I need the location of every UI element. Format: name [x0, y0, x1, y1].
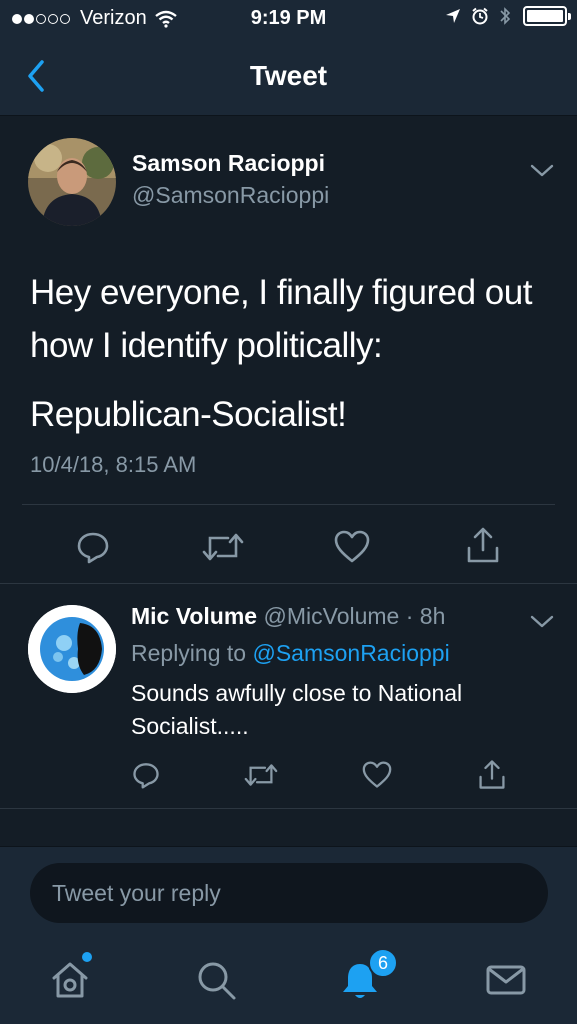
reply-age: 8h	[419, 603, 446, 629]
author-handle[interactable]: @SamsonRacioppi	[132, 182, 329, 209]
main-tweet: Samson Racioppi @SamsonRacioppi Hey ever…	[0, 116, 577, 584]
status-bar: Verizon 9:19 PM	[0, 0, 577, 38]
alarm-clock-icon	[472, 7, 488, 25]
search-icon	[198, 962, 236, 1000]
messages-icon	[486, 965, 526, 995]
tweet-actions	[0, 524, 577, 564]
reply-button[interactable]	[132, 761, 160, 794]
compose-area	[0, 846, 577, 942]
bluetooth-icon	[500, 7, 511, 25]
reply-actions	[0, 759, 577, 793]
tweet-text-line: Republican-Socialist!	[30, 395, 347, 434]
divider	[22, 504, 555, 505]
share-button[interactable]	[466, 526, 500, 569]
tweet-timestamp: 10/4/18, 8:15 AM	[30, 452, 197, 477]
location-arrow-icon	[446, 9, 460, 23]
reply-menu-button[interactable]	[528, 611, 556, 631]
battery-icon	[523, 6, 571, 26]
share-icon	[467, 527, 499, 563]
reply-icon	[133, 763, 159, 789]
replying-mention-link[interactable]: @SamsonRacioppi	[252, 640, 449, 666]
reply-tweet[interactable]: Mic Volume @MicVolume · 8h Replying to @…	[0, 585, 577, 809]
page-title: Tweet	[249, 60, 328, 91]
notifications-badge: 6	[368, 948, 398, 978]
retweet-button[interactable]	[244, 763, 278, 792]
reply-avatar[interactable]	[28, 605, 116, 693]
tweet-text-line: Hey everyone, I finally figured out how …	[30, 273, 532, 365]
home-new-indicator	[82, 952, 92, 962]
status-right	[435, 6, 571, 26]
like-button[interactable]	[362, 761, 392, 794]
retweet-icon	[244, 764, 278, 786]
replying-prefix: Replying to	[131, 640, 247, 666]
share-button[interactable]	[478, 759, 506, 795]
chevron-down-icon	[530, 164, 554, 177]
replying-to: Replying to @SamsonRacioppi	[131, 640, 450, 667]
author-name[interactable]: Samson Racioppi	[132, 150, 325, 177]
reply-author-handle[interactable]: @MicVolume	[264, 603, 400, 629]
chevron-down-icon	[530, 615, 554, 628]
separator: ·	[405, 603, 414, 629]
reply-text: Sounds awfully close to National Sociali…	[131, 680, 463, 739]
reply-icon	[77, 532, 109, 564]
tab-search[interactable]	[194, 958, 238, 1002]
tweet-menu-button[interactable]	[528, 160, 556, 180]
tweet-text: Hey everyone, I finally figured out how …	[30, 266, 550, 459]
heart-icon	[334, 530, 370, 563]
nav-bar: Tweet	[0, 38, 577, 116]
home-icon	[52, 962, 88, 998]
reply-author-name[interactable]: Mic Volume	[131, 603, 257, 629]
tab-messages[interactable]	[484, 958, 528, 1002]
reply-header: Mic Volume @MicVolume · 8h	[131, 603, 445, 630]
retweet-icon	[202, 533, 244, 561]
retweet-button[interactable]	[202, 532, 244, 567]
author-avatar[interactable]	[28, 138, 116, 226]
share-icon	[479, 760, 505, 789]
heart-icon	[362, 761, 392, 788]
like-button[interactable]	[334, 530, 370, 569]
reply-button[interactable]	[76, 530, 110, 569]
tab-home[interactable]	[48, 958, 92, 1002]
reply-input[interactable]	[30, 863, 548, 923]
